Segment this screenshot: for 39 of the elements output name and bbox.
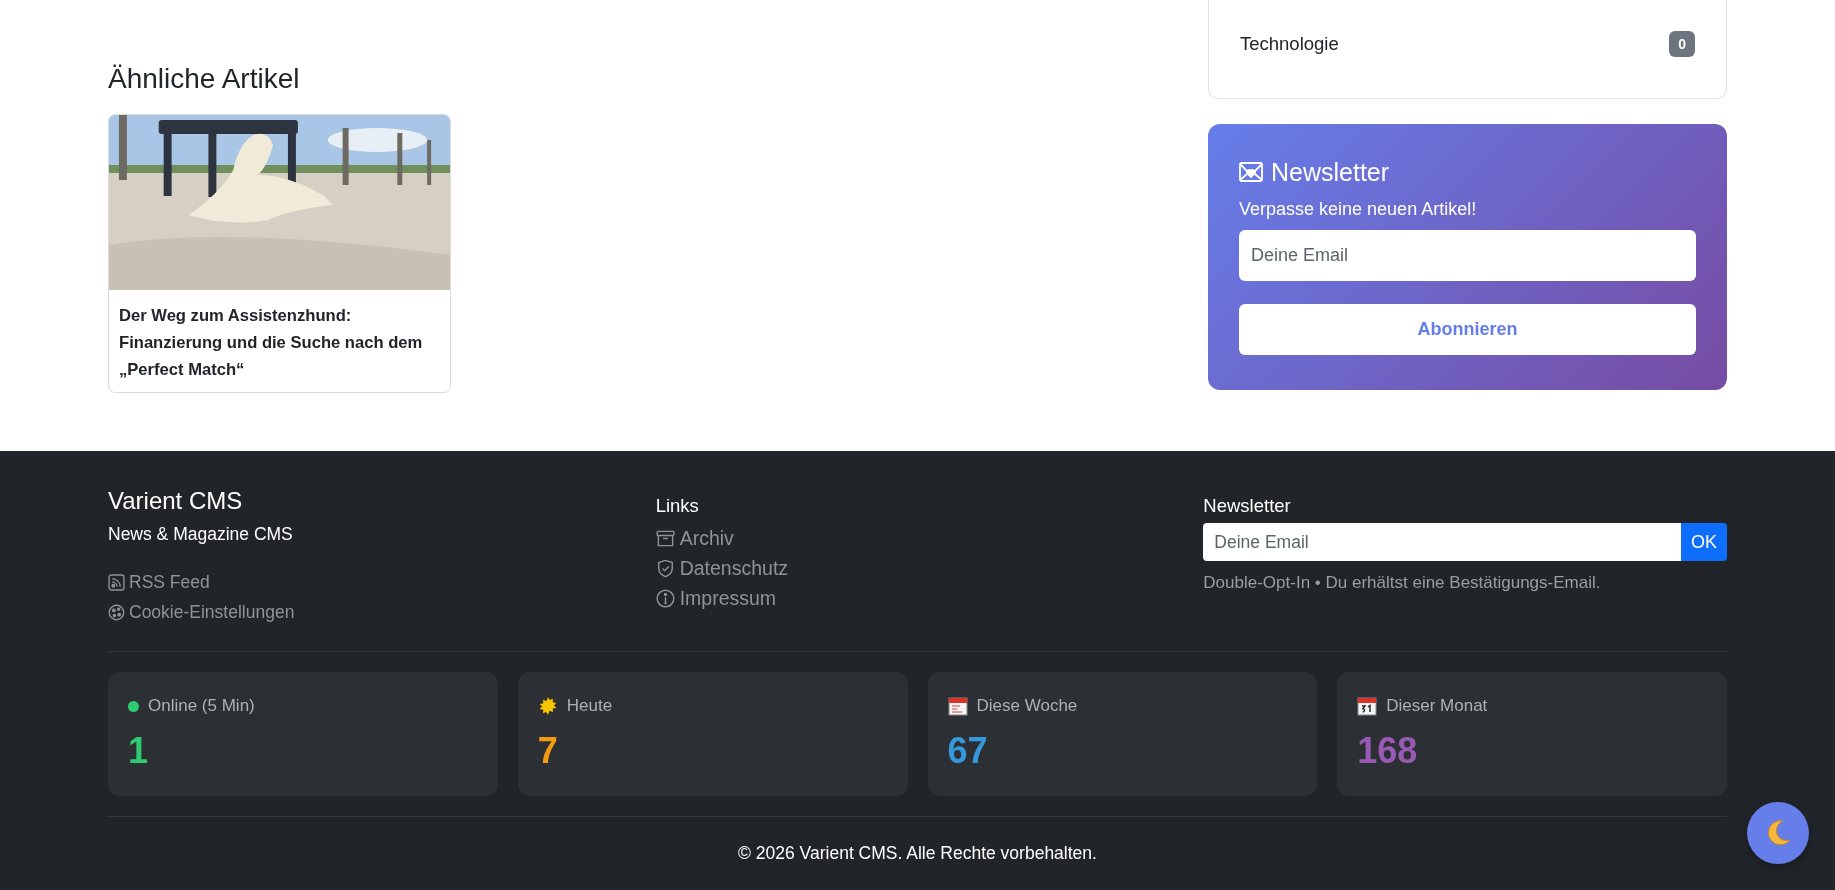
footer-brand: Varient CMS [108,486,244,516]
newsletter-title: Newsletter [1271,157,1390,187]
count-badge: 0 [1669,31,1695,57]
footer-heading: Links [655,495,700,517]
envelope-heart-icon [1239,162,1263,182]
footer-link[interactable]: Cookie-Einstellungen [129,597,295,628]
section-heading: Ähnliche Artikel [108,62,301,96]
copyright-text: © 2026 Varient CMS. Alle Rechte vorbehalten. [737,843,1098,864]
shield-check-icon [655,558,675,578]
footer-tagline: News & Magazine CMS [108,524,294,546]
category-link[interactable]: Technologie [1240,33,1339,55]
stat-label: Online (5 Min) [148,696,255,716]
archive-box-icon [655,528,675,548]
footer-link[interactable]: Impressum [679,583,777,613]
newsletter-note: Double-Opt-In • Du erhältst eine Bestätigungs-Email. [1203,573,1602,593]
footer-link[interactable]: Datenschutz [679,553,789,583]
calendar-icon [1357,696,1378,716]
rss-icon [108,573,125,591]
info-icon [655,588,675,608]
stat-label: Dieser Monat [1386,696,1488,716]
stat-value: 67 [947,731,989,771]
footer-link[interactable]: RSS Feed [129,567,210,598]
stat-value: 7 [537,731,559,771]
email-field[interactable]: Deine Email [1239,230,1696,281]
stat-value: 168 [1357,731,1419,771]
calendar-icon [947,696,968,716]
sun-icon [537,696,558,716]
subscribe-button[interactable]: Abonnieren [1239,304,1696,355]
ok-button[interactable]: OK [1681,523,1727,561]
article-card[interactable]: Der Weg zum Assistenzhund: Finanzierung und die Suche nach dem „Perfect Match“ [108,113,451,393]
stat-value: 1 [128,731,150,771]
email-field[interactable]: Deine Email [1203,523,1681,561]
stat-label: Diese Woche [976,696,1078,716]
footer-heading: Newsletter [1203,495,1292,517]
newsletter-text: Verpasse keine neuen Artikel! [1239,199,1478,220]
article-title[interactable]: Der Weg zum Assistenzhund: Finanzierung und die Suche nach dem „Perfect Match“ [109,289,450,392]
footer-link[interactable]: Archiv [679,523,734,553]
stat-label: Heute [566,696,613,716]
cookie-icon [108,603,125,621]
